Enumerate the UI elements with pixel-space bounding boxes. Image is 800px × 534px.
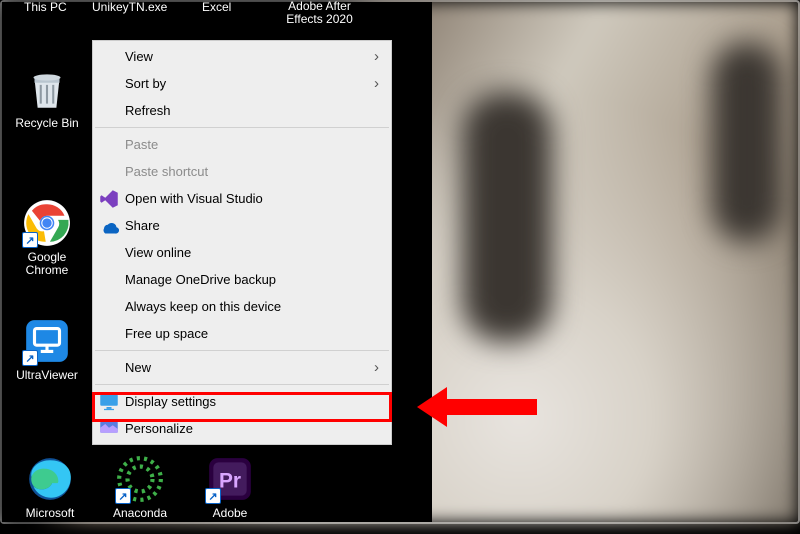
spacer <box>99 163 119 181</box>
submenu-arrow-icon: › <box>374 75 379 92</box>
menu-separator <box>95 350 389 351</box>
svg-text:Pr: Pr <box>219 469 241 492</box>
menu-separator <box>95 384 389 385</box>
menu-label: Share <box>125 218 379 233</box>
spacer <box>99 75 119 93</box>
edge-icon <box>25 454 75 504</box>
recycle-bin[interactable]: Recycle Bin <box>7 64 87 154</box>
icon-label: Google Chrome <box>7 251 87 277</box>
desktop-icon-label[interactable]: UnikeyTN.exe <box>92 0 167 14</box>
submenu-arrow-icon: › <box>374 48 379 65</box>
spacer <box>99 136 119 154</box>
shortcut-arrow-icon: ↗ <box>22 232 38 248</box>
icon-label: Adobe <box>190 507 270 520</box>
submenu-arrow-icon: › <box>374 359 379 376</box>
ultraviewer[interactable]: ↗ UltraViewer <box>7 316 87 406</box>
spacer <box>99 48 119 66</box>
menu-label: View <box>125 49 374 64</box>
menu-paste-shortcut: Paste shortcut <box>93 158 391 185</box>
desktop-icon-label[interactable]: This PC <box>24 0 67 14</box>
spacer <box>99 102 119 120</box>
menu-new[interactable]: New › <box>93 354 391 381</box>
microsoft-edge[interactable]: Microsoft <box>10 454 90 524</box>
icon-label: Recycle Bin <box>7 117 87 130</box>
desktop-context-menu: View › Sort by › Refresh Paste Paste sho… <box>92 40 392 445</box>
shortcut-arrow-icon: ↗ <box>205 488 221 504</box>
icon-label: Microsoft <box>10 507 90 520</box>
menu-label: Always keep on this device <box>125 299 379 314</box>
menu-label: View online <box>125 245 379 260</box>
menu-free-up-space[interactable]: Free up space <box>93 320 391 347</box>
menu-label: Refresh <box>125 103 379 118</box>
adobe-premiere[interactable]: Pr ↗ Adobe <box>190 454 270 524</box>
spacer <box>99 359 119 377</box>
menu-label: New <box>125 360 374 375</box>
desktop-icons-column: Recycle Bin ↗ Google Chrome ↗ UltraViewe… <box>2 64 92 406</box>
menu-personalize[interactable]: Personalize <box>93 415 391 442</box>
icon-label: Anaconda <box>100 507 180 520</box>
wallpaper-blur <box>712 42 782 242</box>
wallpaper-blur <box>462 92 552 342</box>
menu-label: Paste <box>125 137 379 152</box>
spacer <box>99 244 119 262</box>
menu-share[interactable]: Share <box>93 212 391 239</box>
shortcut-arrow-icon: ↗ <box>22 350 38 366</box>
spacer <box>99 298 119 316</box>
menu-refresh[interactable]: Refresh <box>93 97 391 124</box>
premiere-icon: Pr ↗ <box>205 454 255 504</box>
spacer <box>99 271 119 289</box>
menu-display-settings[interactable]: Display settings <box>93 388 391 415</box>
ultraviewer-icon: ↗ <box>22 316 72 366</box>
menu-manage-onedrive[interactable]: Manage OneDrive backup <box>93 266 391 293</box>
recycle-bin-icon <box>22 64 72 114</box>
menu-label: Manage OneDrive backup <box>125 272 379 287</box>
onedrive-icon <box>99 217 119 235</box>
google-chrome[interactable]: ↗ Google Chrome <box>7 198 87 288</box>
desktop-icon-label[interactable]: Adobe After Effects 2020 <box>272 0 367 26</box>
visual-studio-icon <box>99 190 119 208</box>
chrome-icon: ↗ <box>22 198 72 248</box>
shortcut-arrow-icon: ↗ <box>115 488 131 504</box>
icon-label: UltraViewer <box>7 369 87 382</box>
display-icon <box>99 393 119 411</box>
desktop-bottom-row: Microsoft ↗ Anaconda Pr ↗ Adobe <box>2 454 422 534</box>
anaconda[interactable]: ↗ Anaconda <box>100 454 180 524</box>
menu-sort-by[interactable]: Sort by › <box>93 70 391 97</box>
menu-label: Sort by <box>125 76 374 91</box>
desktop-icon-label[interactable]: Excel <box>202 0 231 14</box>
menu-separator <box>95 127 389 128</box>
menu-open-visual-studio[interactable]: Open with Visual Studio <box>93 185 391 212</box>
menu-label: Open with Visual Studio <box>125 191 379 206</box>
anaconda-icon: ↗ <box>115 454 165 504</box>
menu-paste: Paste <box>93 131 391 158</box>
desktop-top-row: This PC UnikeyTN.exe Excel Adobe After E… <box>2 0 432 20</box>
menu-view[interactable]: View › <box>93 43 391 70</box>
menu-label: Paste shortcut <box>125 164 379 179</box>
personalize-icon <box>99 420 119 438</box>
menu-label: Display settings <box>125 394 379 409</box>
menu-label: Personalize <box>125 421 379 436</box>
menu-always-keep[interactable]: Always keep on this device <box>93 293 391 320</box>
spacer <box>99 325 119 343</box>
menu-view-online[interactable]: View online <box>93 239 391 266</box>
menu-label: Free up space <box>125 326 379 341</box>
